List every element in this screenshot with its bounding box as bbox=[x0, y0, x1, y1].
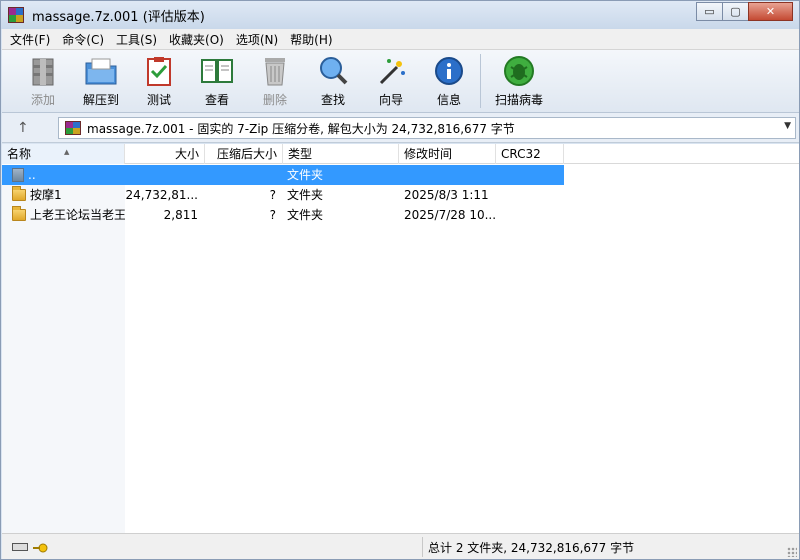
row-name: 按摩1 bbox=[30, 188, 62, 202]
column-name[interactable]: 名称 ▲ bbox=[2, 144, 125, 164]
toolbar: 添加 解压到 测试 查看 删除 查找 向导 信息 扫描病毒 bbox=[2, 50, 799, 113]
wizard-button[interactable]: 向导 bbox=[362, 50, 420, 110]
info-button[interactable]: 信息 bbox=[420, 50, 478, 110]
test-label: 测试 bbox=[146, 93, 171, 107]
column-crc32[interactable]: CRC32 bbox=[496, 144, 564, 164]
row-crc bbox=[500, 205, 564, 225]
folder-icon bbox=[12, 186, 26, 201]
extract-to-label: 解压到 bbox=[82, 93, 119, 107]
status-summary: 总计 2 文件夹, 24,732,816,677 字节 bbox=[428, 541, 635, 555]
parent-folder-icon bbox=[12, 168, 24, 182]
extract-to-button[interactable]: 解压到 bbox=[72, 50, 130, 110]
up-arrow-icon[interactable]: ↑ bbox=[17, 120, 29, 136]
row-size bbox=[125, 165, 198, 185]
menu-bar: 文件(F) 命令(C) 工具(S) 收藏夹(O) 选项(N) 帮助(H) bbox=[2, 29, 799, 50]
view-book-icon bbox=[200, 54, 234, 88]
menu-favorites[interactable]: 收藏夹(O) bbox=[163, 31, 230, 48]
view-label: 查看 bbox=[204, 93, 229, 107]
row-packed: ? bbox=[269, 208, 276, 222]
app-window: massage.7z.001 (评估版本) ▭ ▢ ✕ 文件(F) 命令(C) … bbox=[0, 0, 800, 560]
title-bar[interactable]: massage.7z.001 (评估版本) ▭ ▢ ✕ bbox=[1, 1, 799, 29]
row-modified: 2025/8/3 1:11 bbox=[404, 188, 489, 202]
menu-help[interactable]: 帮助(H) bbox=[284, 31, 338, 48]
column-type[interactable]: 类型 bbox=[283, 144, 399, 164]
close-button[interactable]: ✕ bbox=[748, 2, 793, 21]
delete-trash-icon bbox=[258, 54, 292, 88]
delete-button[interactable]: 删除 bbox=[246, 50, 304, 110]
archive-icon bbox=[65, 121, 81, 135]
address-path: massage.7z.001 - 固实的 7-Zip 压缩分卷, 解包大小为 2… bbox=[87, 121, 515, 136]
delete-label: 删除 bbox=[262, 93, 287, 107]
file-list: 名称 ▲ 大小 压缩后大小 类型 修改时间 CRC32 .. 文件夹 按摩1 24… bbox=[2, 144, 799, 533]
wizard-wand-icon bbox=[374, 54, 408, 88]
row-name: 上老王论坛当老王 bbox=[30, 208, 125, 222]
find-label: 查找 bbox=[320, 93, 345, 107]
status-divider bbox=[422, 537, 423, 557]
row-type: 文件夹 bbox=[287, 188, 324, 202]
window-controls: ▭ ▢ ✕ bbox=[696, 2, 793, 21]
row-type: 文件夹 bbox=[287, 208, 324, 222]
row-packed bbox=[205, 165, 276, 185]
menu-tools[interactable]: 工具(S) bbox=[110, 31, 163, 48]
row-name: .. bbox=[28, 168, 36, 182]
virus-scan-label: 扫描病毒 bbox=[494, 93, 543, 107]
add-button[interactable]: 添加 bbox=[14, 50, 72, 110]
row-type: 文件夹 bbox=[287, 168, 324, 182]
view-button[interactable]: 查看 bbox=[188, 50, 246, 110]
info-icon bbox=[432, 54, 466, 88]
menu-commands[interactable]: 命令(C) bbox=[56, 31, 110, 48]
add-archive-icon bbox=[26, 54, 60, 88]
add-label: 添加 bbox=[30, 93, 55, 107]
column-header: 名称 ▲ 大小 压缩后大小 类型 修改时间 CRC32 bbox=[2, 144, 799, 164]
drive-icon[interactable] bbox=[12, 543, 28, 551]
address-bar: ↑ massage.7z.001 - 固实的 7-Zip 压缩分卷, 解包大小为… bbox=[2, 113, 799, 143]
maximize-button[interactable]: ▢ bbox=[722, 2, 749, 21]
winrar-app-icon bbox=[8, 7, 24, 23]
column-modified[interactable]: 修改时间 bbox=[399, 144, 496, 164]
row-size: 24,732,81... bbox=[125, 188, 198, 202]
menu-options[interactable]: 选项(N) bbox=[230, 31, 284, 48]
wizard-label: 向导 bbox=[378, 93, 403, 107]
status-bar: 总计 2 文件夹, 24,732,816,677 字节 bbox=[2, 533, 799, 559]
menu-file[interactable]: 文件(F) bbox=[4, 31, 56, 48]
folder-icon bbox=[12, 206, 26, 221]
row-crc bbox=[500, 165, 564, 185]
test-icon bbox=[142, 54, 176, 88]
key-icon[interactable] bbox=[32, 542, 48, 553]
column-packed-size[interactable]: 压缩后大小 bbox=[205, 144, 283, 164]
extract-to-icon bbox=[84, 54, 118, 88]
toolbar-separator bbox=[480, 54, 481, 108]
resize-grip-icon[interactable] bbox=[787, 547, 797, 557]
virus-scan-button[interactable]: 扫描病毒 bbox=[487, 50, 551, 110]
table-row[interactable]: 按摩1 24,732,81... ? 文件夹 2025/8/3 1:11 bbox=[2, 185, 564, 205]
row-packed: ? bbox=[269, 188, 276, 202]
info-label: 信息 bbox=[436, 93, 461, 107]
table-row[interactable]: .. 文件夹 bbox=[2, 165, 564, 185]
address-field[interactable]: massage.7z.001 - 固实的 7-Zip 压缩分卷, 解包大小为 2… bbox=[58, 117, 796, 139]
row-modified: 2025/7/28 10... bbox=[404, 208, 496, 222]
window-title: massage.7z.001 (评估版本) bbox=[32, 9, 205, 25]
find-magnifier-icon bbox=[316, 54, 350, 88]
row-modified bbox=[404, 165, 496, 185]
row-size: 2,811 bbox=[163, 208, 198, 222]
sort-arrow-icon: ▲ bbox=[64, 148, 70, 156]
column-size[interactable]: 大小 bbox=[125, 144, 205, 164]
virus-scan-icon bbox=[502, 54, 536, 88]
minimize-button[interactable]: ▭ bbox=[696, 2, 723, 21]
find-button[interactable]: 查找 bbox=[304, 50, 362, 110]
row-crc bbox=[500, 185, 564, 205]
test-button[interactable]: 测试 bbox=[130, 50, 188, 110]
table-row[interactable]: 上老王论坛当老王 2,811 ? 文件夹 2025/7/28 10... bbox=[2, 205, 564, 225]
chevron-down-icon[interactable]: ▼ bbox=[784, 121, 791, 131]
